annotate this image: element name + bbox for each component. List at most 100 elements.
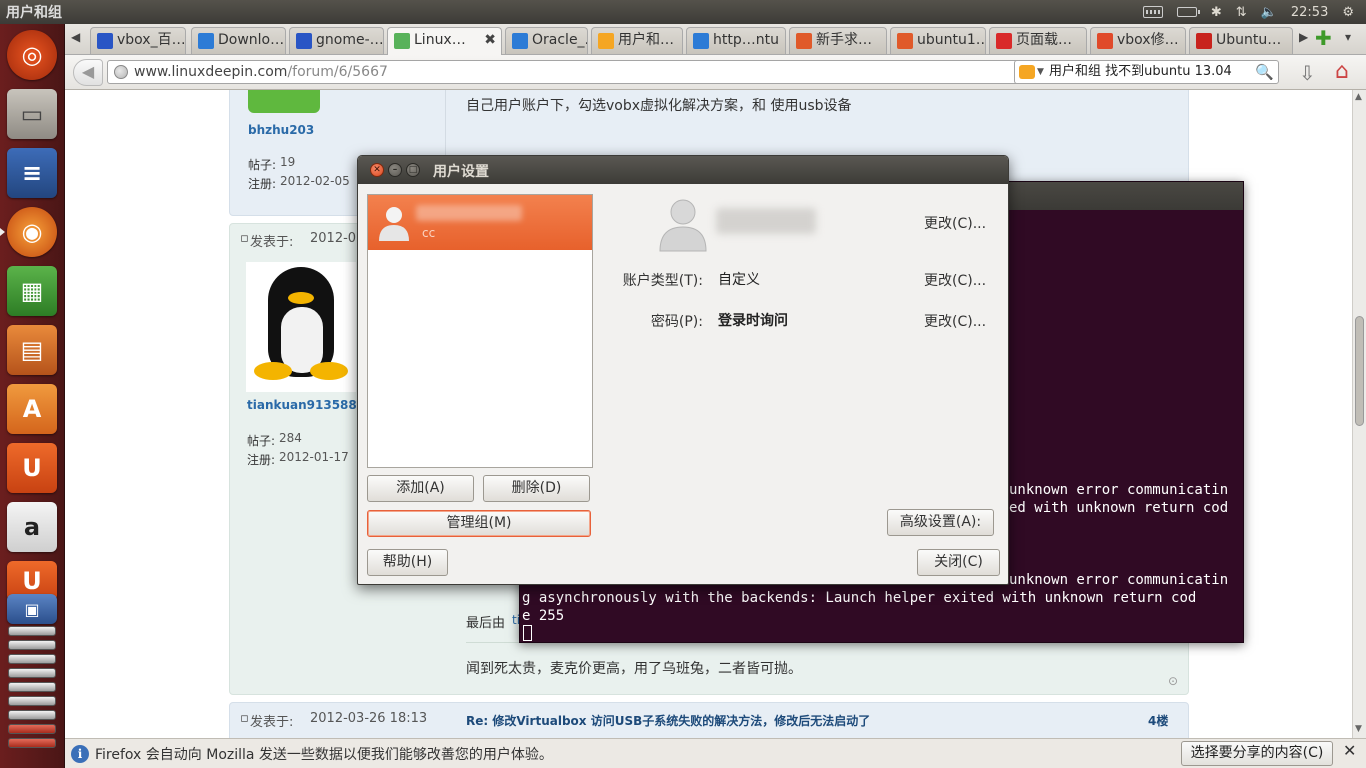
tab-scroll-right-icon[interactable]: ▶ xyxy=(1299,30,1308,44)
top-panel: 用户和组 ✱ ⇅ 🔈 22:53 ⚙ xyxy=(0,0,1366,24)
bluetooth-icon[interactable]: ✱ xyxy=(1211,5,1222,20)
terminal-cursor xyxy=(523,625,532,641)
home-icon[interactable]: ⌂ xyxy=(1335,59,1349,84)
dash-home-icon[interactable]: ◎ xyxy=(7,30,57,80)
scroll-up-icon[interactable]: ▲ xyxy=(1355,92,1362,102)
clock[interactable]: 22:53 xyxy=(1291,5,1328,20)
keyboard-icon[interactable] xyxy=(1142,6,1163,18)
password-value: 登录时询问 xyxy=(718,313,788,329)
notification-bar: i Firefox 会自动向 Mozilla 发送一些数据以便我们能够改善您的用… xyxy=(65,738,1366,768)
scroll-thumb[interactable] xyxy=(1355,316,1364,426)
window-close-icon[interactable]: ✕ xyxy=(370,163,384,177)
launcher-stack-item[interactable] xyxy=(8,710,56,720)
terminal-line: e 255 xyxy=(522,608,565,624)
choose-share-button[interactable]: 选择要分享的内容(C) xyxy=(1181,741,1333,766)
info-icon: i xyxy=(71,745,89,763)
back-to-top-icon[interactable]: ⊙ xyxy=(1168,674,1178,688)
search-engine-icon[interactable] xyxy=(1019,65,1035,79)
tab[interactable]: Downlo… xyxy=(191,27,286,54)
post-floor: 4楼 xyxy=(1148,714,1169,728)
tab-label: Ubuntu… xyxy=(1216,32,1282,48)
launcher-stack-item[interactable] xyxy=(8,682,56,692)
launcher-stack-item[interactable] xyxy=(8,626,56,636)
url-host: www.linuxdeepin.com xyxy=(134,64,288,80)
software-center-icon[interactable]: A xyxy=(7,384,57,434)
search-bar[interactable]: ▼ 用户和组 找不到ubuntu 13.04 🔍 xyxy=(1014,60,1279,84)
manage-groups-button[interactable]: 管理组(M) xyxy=(367,510,591,537)
launcher-stack-item[interactable] xyxy=(8,654,56,664)
tab-scroll-left-icon[interactable]: ◀ xyxy=(71,30,80,44)
user-list-item-selected[interactable]: cc xyxy=(368,195,592,250)
ubuntu-one-icon[interactable]: U xyxy=(7,443,57,493)
tab-favicon-icon xyxy=(1196,33,1212,49)
tab[interactable]: http…ntu xyxy=(686,27,786,54)
virtualbox-icon[interactable]: ▣ xyxy=(7,594,57,624)
tab[interactable]: vbox_百… xyxy=(90,27,186,54)
dialog-titlebar[interactable]: ✕ – □ 用户设置 xyxy=(358,156,1008,184)
tab-list-icon[interactable]: ▾ xyxy=(1345,30,1351,44)
launcher-stack-item[interactable] xyxy=(8,696,56,706)
close-button[interactable]: 关闭(C) xyxy=(917,549,1000,576)
help-button[interactable]: 帮助(H) xyxy=(367,549,448,576)
change-name-button[interactable]: 更改(C)... xyxy=(924,213,986,233)
power-gear-icon[interactable]: ⚙ xyxy=(1342,5,1354,20)
register-label: 注册: xyxy=(247,453,276,467)
tab-label: gnome-… xyxy=(316,32,384,48)
user-avatar xyxy=(248,90,320,113)
register-date: 2012-02-05 xyxy=(280,174,350,188)
terminal-line: ed with unknown return cod xyxy=(1009,500,1229,516)
advanced-settings-button[interactable]: 高级设置(A): xyxy=(887,509,994,536)
search-engine-dropdown-icon[interactable]: ▼ xyxy=(1037,61,1044,83)
firefox-icon[interactable]: ◉ xyxy=(7,207,57,257)
impress-icon[interactable]: ▤ xyxy=(7,325,57,375)
network-icon[interactable]: ⇅ xyxy=(1236,5,1247,20)
tab[interactable]: vbox修… xyxy=(1090,27,1186,54)
close-icon[interactable]: ✕ xyxy=(1343,741,1356,760)
tab[interactable]: Oracle_… xyxy=(505,27,588,54)
user-name-redacted xyxy=(416,205,522,221)
amazon-icon[interactable]: a xyxy=(7,502,57,552)
tab-favicon-icon xyxy=(394,33,410,49)
tab-close-icon[interactable]: ✖ xyxy=(484,28,496,53)
launcher-stack-item[interactable] xyxy=(8,724,56,734)
terminal-line: unknown error communicatin xyxy=(1009,572,1229,588)
calc-icon[interactable]: ▦ xyxy=(7,266,57,316)
search-icon[interactable]: 🔍 xyxy=(1255,61,1274,83)
window-maximize-icon[interactable]: □ xyxy=(406,163,420,177)
tab[interactable]: 用户和… xyxy=(591,27,683,54)
tab[interactable]: 新手求… xyxy=(789,27,887,54)
delete-user-button[interactable]: 删除(D) xyxy=(483,475,590,502)
terminal-line: g asynchronously with the backends: Laun… xyxy=(522,590,1197,606)
downloads-icon[interactable]: ⇩ xyxy=(1299,61,1316,85)
posted-date: 2012-03-26 18:13 xyxy=(310,711,428,726)
tab-active[interactable]: Linux… ✖ xyxy=(387,27,502,55)
window-minimize-icon[interactable]: – xyxy=(388,163,402,177)
page-scrollbar[interactable]: ▲ ▼ xyxy=(1352,90,1366,738)
post-title-link[interactable]: Re: 修改Virtualbox 访问USB子系统失败的解决方法，修改后无法启动… xyxy=(466,712,870,729)
post-username[interactable]: bhzhu203 xyxy=(248,123,314,137)
battery-icon[interactable] xyxy=(1176,7,1200,17)
launcher-stack-item[interactable] xyxy=(8,640,56,650)
tab-favicon-icon xyxy=(996,33,1012,49)
user-list[interactable]: cc xyxy=(367,194,593,468)
scroll-down-icon[interactable]: ▼ xyxy=(1355,724,1362,734)
launcher-stack-item[interactable] xyxy=(8,668,56,678)
tab-label: ubuntu1… xyxy=(917,32,986,48)
volume-icon[interactable]: 🔈 xyxy=(1261,5,1277,20)
writer-icon[interactable]: ≡ xyxy=(7,148,57,198)
back-button[interactable]: ◀ xyxy=(73,59,103,86)
launcher-stack-item[interactable] xyxy=(8,738,56,748)
tab[interactable]: gnome-… xyxy=(289,27,384,54)
files-icon[interactable]: ▭ xyxy=(7,89,57,139)
change-account-type-button[interactable]: 更改(C)... xyxy=(924,270,986,290)
site-identity-icon[interactable] xyxy=(114,65,128,79)
add-user-button[interactable]: 添加(A) xyxy=(367,475,474,502)
post-username[interactable]: tiankuan913588 xyxy=(247,398,357,412)
change-password-button[interactable]: 更改(C)... xyxy=(924,311,986,331)
tab[interactable]: ubuntu1… xyxy=(890,27,986,54)
tab[interactable]: 页面载… xyxy=(989,27,1087,54)
url-bar[interactable]: www.linuxdeepin.com/forum/6/5667 ☆ ▼ ↻ xyxy=(107,60,1069,84)
new-tab-icon[interactable]: ✚ xyxy=(1315,26,1332,50)
post-signature: 闻到死太贵，麦克价更高，用了乌班兔，二者皆可抛。 xyxy=(466,661,802,677)
tab[interactable]: Ubuntu… xyxy=(1189,27,1293,54)
